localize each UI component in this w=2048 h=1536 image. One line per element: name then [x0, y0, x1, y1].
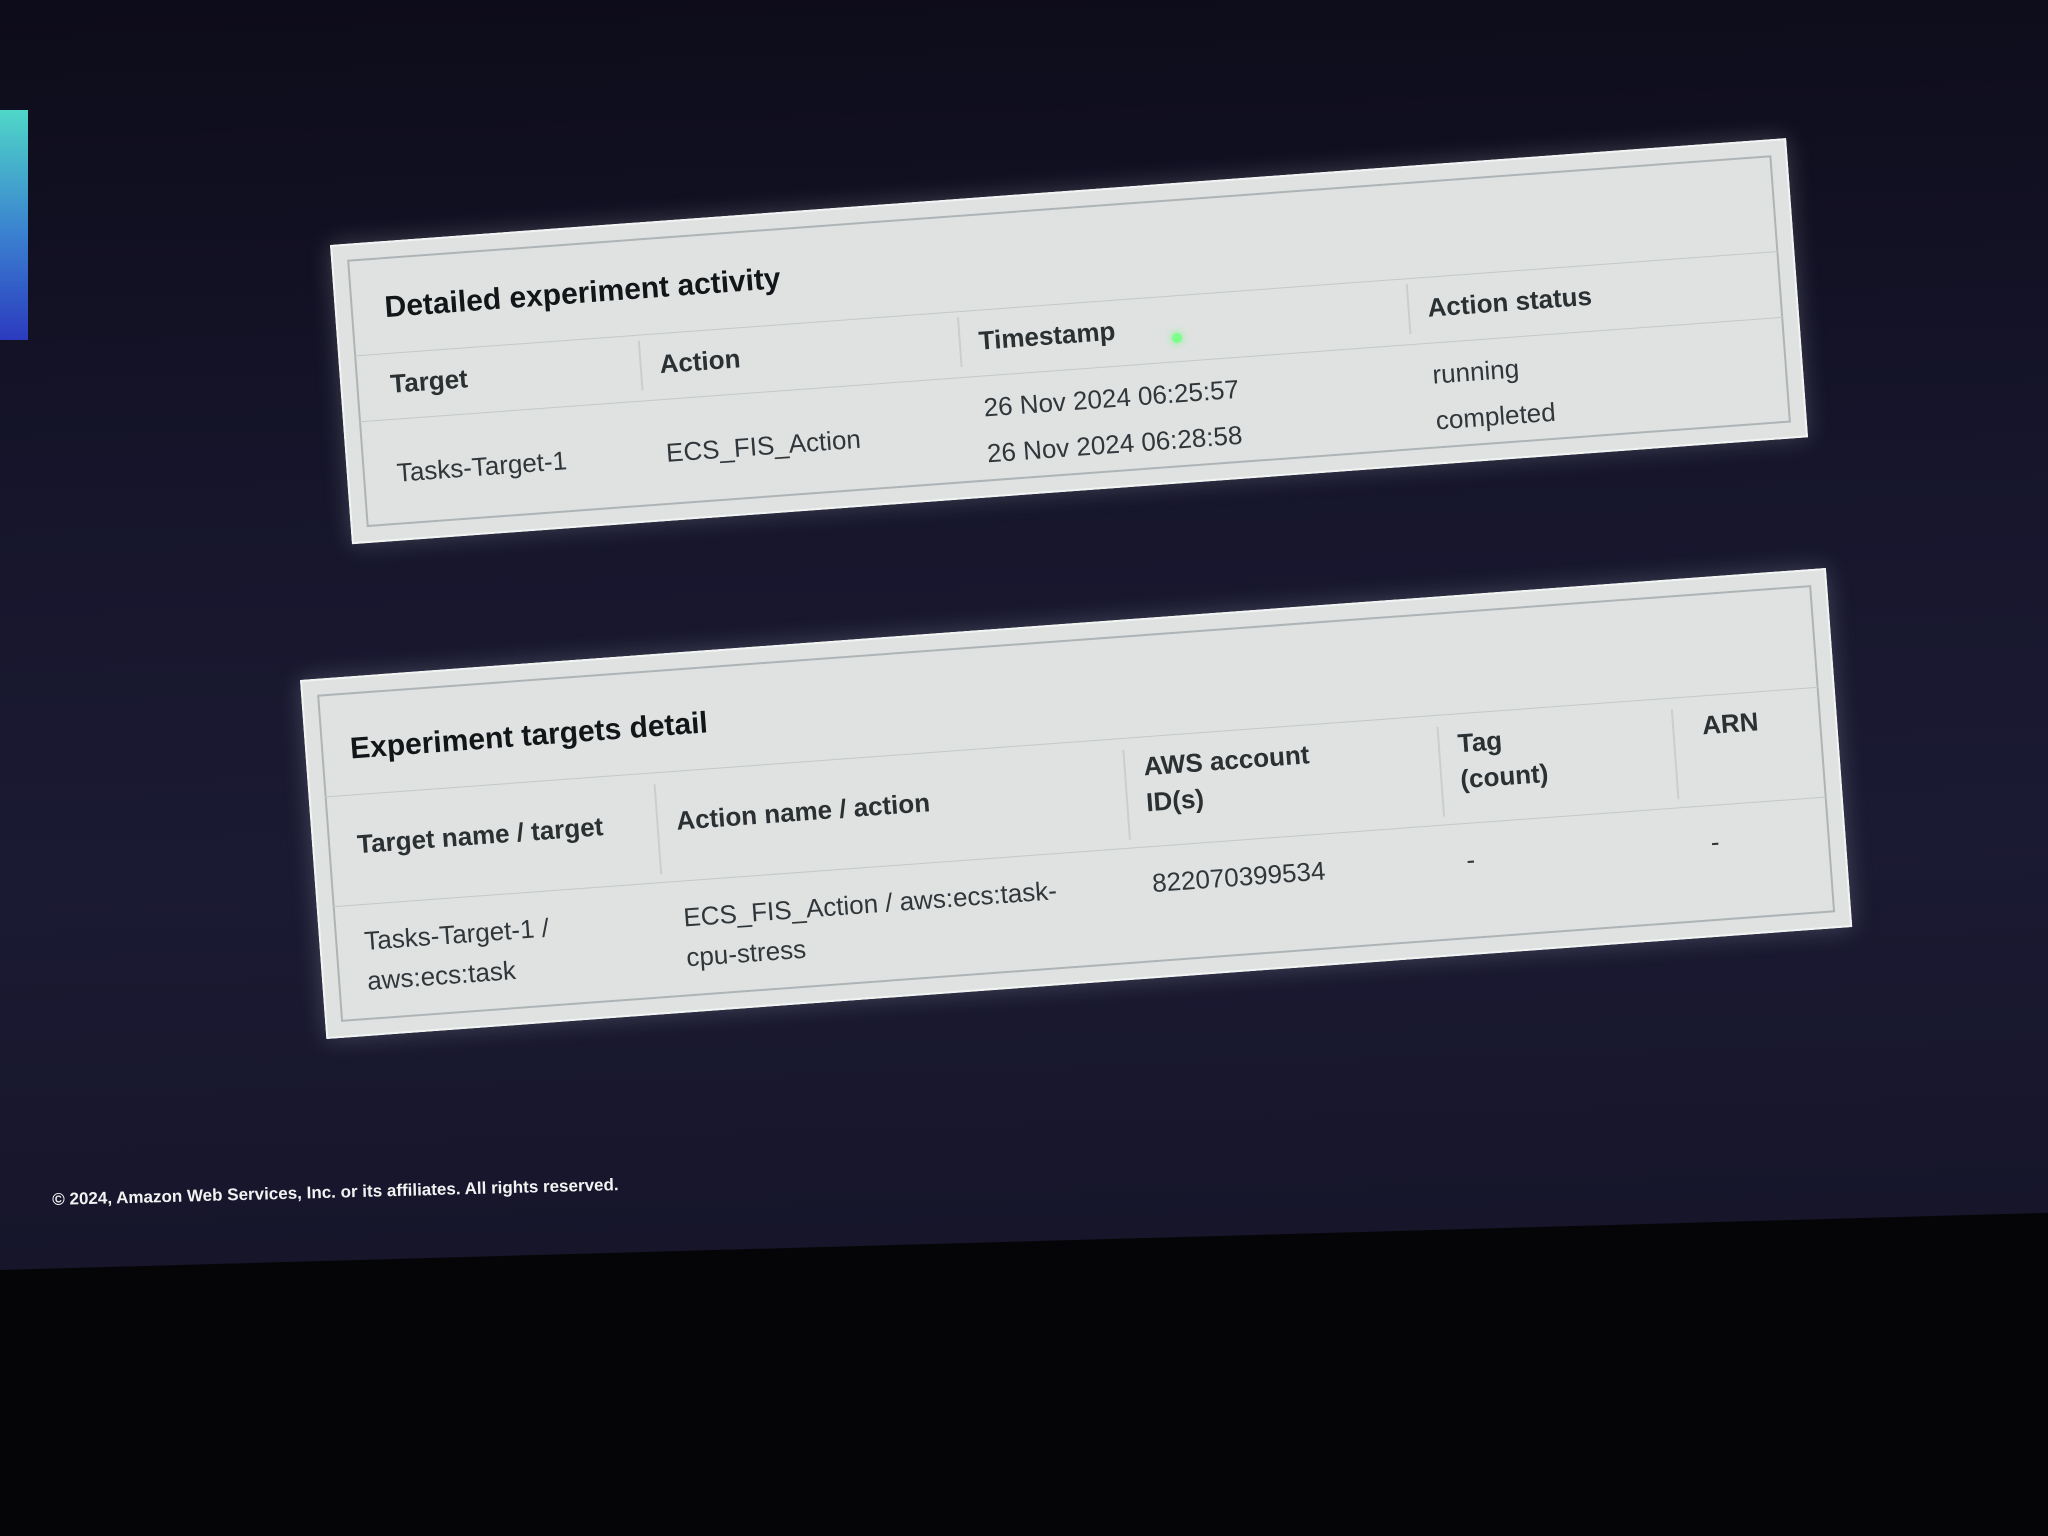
column-header-target: Target: [389, 363, 469, 399]
activity-status-cell: running: [1431, 353, 1521, 390]
header-line: (count): [1459, 757, 1550, 795]
target-name-cell: Tasks-Target-1 / aws:ecs:task: [363, 908, 553, 1001]
laser-pointer-dot: [1172, 333, 1182, 343]
column-header-arn: ARN: [1700, 706, 1760, 741]
accent-bar: [0, 110, 28, 340]
column-header-aws-account: AWS account ID(s): [1142, 736, 1313, 820]
column-header-action: Action: [658, 343, 742, 380]
column-header-tag: Tag (count): [1456, 719, 1550, 797]
